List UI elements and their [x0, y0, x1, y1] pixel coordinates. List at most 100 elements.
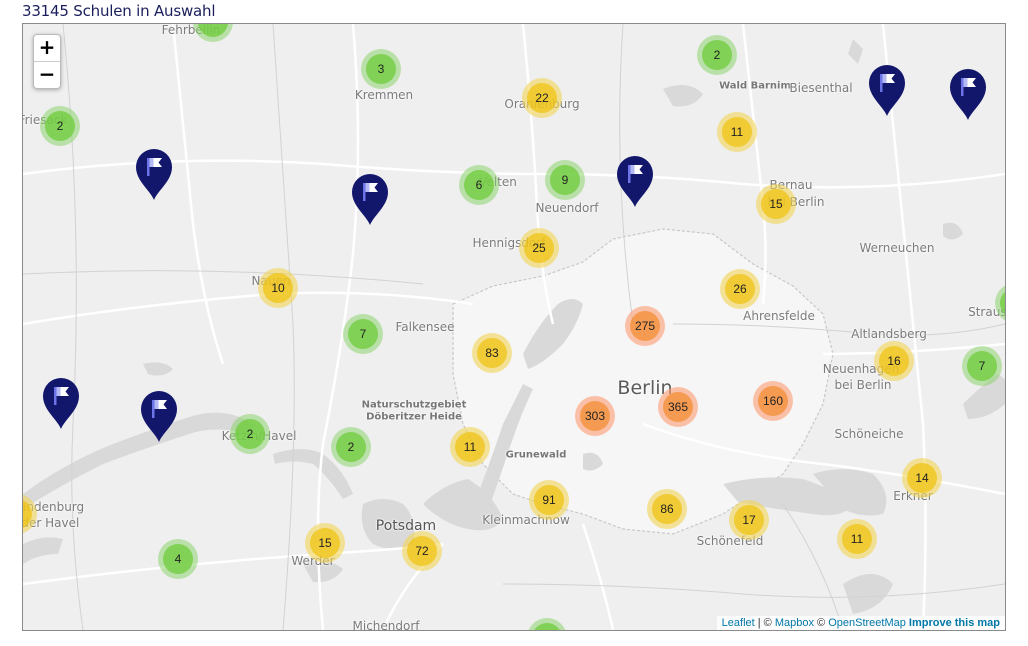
- cluster-count: 25: [524, 233, 554, 263]
- cluster-count: 2: [45, 111, 75, 141]
- improve-map-link[interactable]: Improve this map: [909, 617, 1000, 629]
- cluster-count: 15: [761, 189, 791, 219]
- cluster-count: 86: [652, 494, 682, 524]
- flag-icon: [617, 156, 653, 207]
- cluster-count: 14: [907, 463, 937, 493]
- school-cluster-marker[interactable]: 2: [331, 427, 371, 467]
- place-label: Kremmen: [354, 88, 414, 102]
- flag-pin-marker[interactable]: [134, 147, 174, 201]
- flag-pin-marker[interactable]: [948, 67, 988, 121]
- flag-icon: [352, 174, 388, 225]
- cluster-count: 275: [630, 311, 660, 341]
- cluster-count: 15: [310, 528, 340, 558]
- cluster-count: 11: [842, 524, 872, 554]
- cluster-count: 2: [336, 432, 366, 462]
- school-cluster-marker[interactable]: 11: [450, 427, 490, 467]
- school-cluster-marker[interactable]: 16: [874, 341, 914, 381]
- school-cluster-marker[interactable]: 22: [522, 78, 562, 118]
- cluster-count: 10: [263, 273, 293, 303]
- school-cluster-marker[interactable]: 11: [837, 519, 877, 559]
- cluster-count: 303: [580, 401, 610, 431]
- school-cluster-marker[interactable]: 10: [258, 268, 298, 308]
- school-cluster-marker[interactable]: 365: [658, 387, 698, 427]
- zoom-out-button[interactable]: −: [34, 61, 60, 88]
- school-cluster-marker[interactable]: 14: [902, 458, 942, 498]
- attribution-separator: ©: [813, 617, 829, 629]
- place-label: Wald Barnim: [719, 80, 791, 92]
- school-cluster-marker[interactable]: 4: [158, 539, 198, 579]
- cluster-count: 2: [235, 419, 265, 449]
- place-label: Döberitzer Heide: [366, 411, 462, 423]
- school-cluster-marker[interactable]: 9: [545, 160, 585, 200]
- zoom-control: + −: [33, 34, 61, 89]
- school-cluster-marker[interactable]: 2: [697, 35, 737, 75]
- school-cluster-marker[interactable]: 2: [230, 414, 270, 454]
- cluster-count: 16: [879, 346, 909, 376]
- flag-pin-marker[interactable]: [867, 63, 907, 117]
- school-cluster-marker[interactable]: 86: [647, 489, 687, 529]
- zoom-in-button[interactable]: +: [34, 35, 60, 61]
- cluster-count: 7: [348, 319, 378, 349]
- map-attribution: Leaflet | © Mapbox © OpenStreetMap Impro…: [716, 616, 1005, 630]
- school-cluster-marker[interactable]: 303: [575, 396, 615, 436]
- place-label: Werneuchen: [859, 241, 935, 255]
- school-cluster-marker[interactable]: 3: [361, 49, 401, 89]
- school-cluster-marker[interactable]: 6: [459, 165, 499, 205]
- cluster-count: 17: [734, 505, 764, 535]
- flag-icon: [43, 378, 79, 429]
- place-label: Altlandsberg: [851, 327, 927, 341]
- cluster-count: 26: [725, 274, 755, 304]
- school-cluster-marker[interactable]: 160: [753, 381, 793, 421]
- school-cluster-marker[interactable]: 83: [472, 333, 512, 373]
- place-label: Falkensee: [395, 320, 455, 334]
- cluster-count: 3: [366, 54, 396, 84]
- school-cluster-marker[interactable]: 2: [40, 106, 80, 146]
- cluster-count: 2: [702, 40, 732, 70]
- flag-pin-marker[interactable]: [350, 172, 390, 226]
- cluster-count: 7: [967, 351, 997, 381]
- cluster-count: 4: [163, 544, 193, 574]
- mapbox-link[interactable]: Mapbox: [775, 617, 814, 629]
- school-cluster-marker[interactable]: 72: [402, 531, 442, 571]
- cluster-count: 22: [527, 83, 557, 113]
- school-cluster-marker[interactable]: 15: [305, 523, 345, 563]
- school-cluster-marker[interactable]: 15: [756, 184, 796, 224]
- cluster-count: 9: [550, 165, 580, 195]
- school-cluster-marker[interactable]: 11: [717, 112, 757, 152]
- place-label: Biesenthal: [789, 81, 853, 95]
- school-cluster-marker[interactable]: 275: [625, 306, 665, 346]
- cluster-count: 11: [722, 117, 752, 147]
- school-count-heading: 33145 Schulen in Auswahl: [22, 2, 216, 20]
- school-cluster-marker[interactable]: 91: [529, 480, 569, 520]
- attribution-separator: | ©: [754, 617, 775, 629]
- cluster-count: 365: [663, 392, 693, 422]
- school-cluster-marker[interactable]: 7: [343, 314, 383, 354]
- place-label: Neuendorf: [535, 201, 599, 215]
- flag-icon: [136, 149, 172, 200]
- leaflet-link[interactable]: Leaflet: [722, 617, 755, 629]
- place-label: Schöneiche: [834, 427, 904, 441]
- cluster-count: 72: [407, 536, 437, 566]
- cluster-count: 83: [477, 338, 507, 368]
- cluster-count: 6: [464, 170, 494, 200]
- flag-pin-marker[interactable]: [41, 376, 81, 430]
- school-cluster-marker[interactable]: 7: [962, 346, 1002, 386]
- school-cluster-marker[interactable]: 26: [720, 269, 760, 309]
- flag-icon: [869, 65, 905, 116]
- school-map[interactable]: + − Fehrbellin Kremmen Oranienburg Wald …: [22, 23, 1006, 631]
- place-label: Naturschutzgebiet: [361, 399, 467, 411]
- flag-pin-marker[interactable]: [615, 154, 655, 208]
- school-cluster-marker[interactable]: 17: [729, 500, 769, 540]
- place-label: Grunewald: [505, 449, 567, 461]
- flag-pin-marker[interactable]: [139, 389, 179, 443]
- cluster-count: 91: [534, 485, 564, 515]
- flag-icon: [141, 391, 177, 442]
- cluster-count: 11: [455, 432, 485, 462]
- place-label: Michendorf: [352, 619, 420, 631]
- school-cluster-marker[interactable]: 25: [519, 228, 559, 268]
- openstreetmap-link[interactable]: OpenStreetMap: [828, 617, 906, 629]
- cluster-count: 160: [758, 386, 788, 416]
- place-label: Ahrensfelde: [743, 309, 815, 323]
- flag-icon: [950, 69, 986, 120]
- place-label: bei Berlin: [834, 378, 892, 392]
